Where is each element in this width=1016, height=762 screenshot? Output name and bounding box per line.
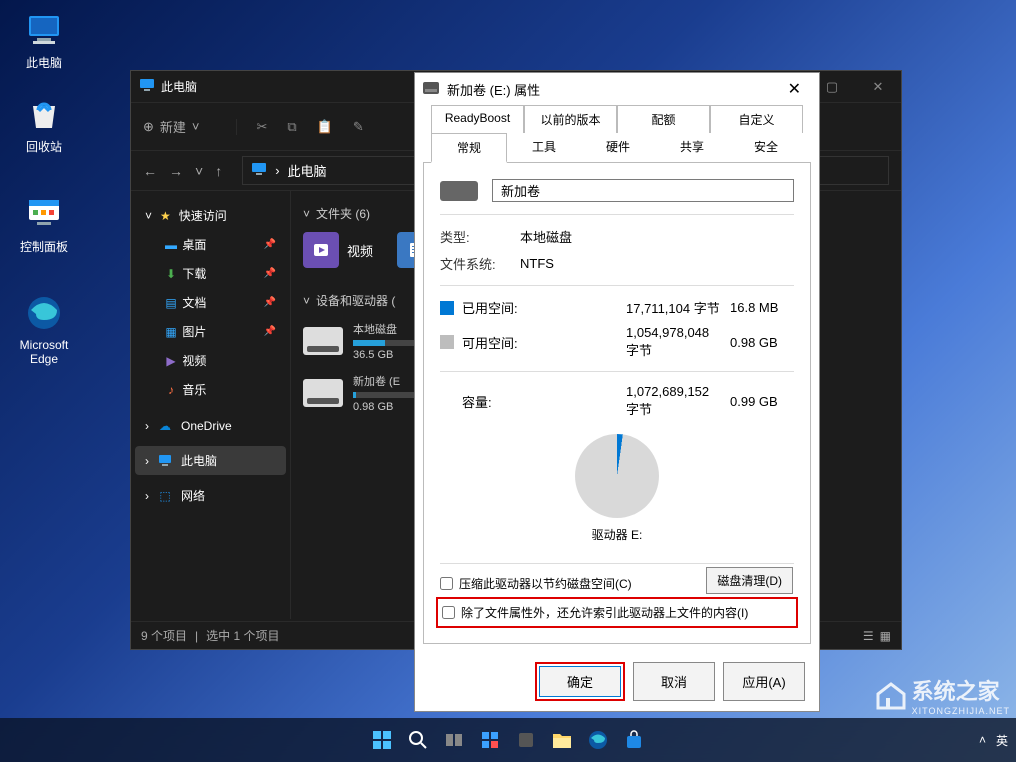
tab-quota[interactable]: 配额	[617, 105, 710, 133]
store-taskbar[interactable]	[620, 726, 648, 754]
used-swatch	[440, 301, 454, 315]
desktop-icon-thispc[interactable]: 此电脑	[8, 8, 80, 71]
edge-icon	[23, 292, 65, 334]
status-count: 9 个项目	[141, 627, 187, 644]
sidebar-item-videos[interactable]: ▶ 视频	[135, 346, 286, 375]
close-button[interactable]: ✕	[778, 79, 811, 99]
rename-icon[interactable]: ✎	[353, 119, 364, 135]
cut-icon[interactable]: ✂	[257, 119, 268, 135]
pc-icon	[23, 8, 65, 50]
start-button[interactable]	[368, 726, 396, 754]
edge-taskbar[interactable]	[584, 726, 612, 754]
recycle-icon	[23, 92, 65, 134]
tab-previous-versions[interactable]: 以前的版本	[524, 105, 617, 133]
forward-button[interactable]: →	[169, 163, 183, 179]
back-button[interactable]: ←	[143, 163, 157, 179]
tab-readyboost[interactable]: ReadyBoost	[431, 105, 524, 133]
used-label: 已用空间:	[462, 298, 538, 317]
sidebar-thispc[interactable]: ›此电脑	[135, 446, 286, 475]
status-selection: 选中 1 个项目	[206, 627, 279, 644]
search-button[interactable]	[404, 726, 432, 754]
widgets-button[interactable]	[476, 726, 504, 754]
view-list-icon[interactable]: ☰	[863, 629, 874, 643]
cancel-button[interactable]: 取消	[633, 662, 715, 701]
tab-general[interactable]: 常规	[431, 133, 507, 163]
free-label: 可用空间:	[462, 333, 538, 352]
recent-button[interactable]: ˅	[195, 163, 203, 179]
desktop-icon-label: 控制面板	[8, 238, 80, 255]
sidebar-quick-access[interactable]: ˅★快速访问	[135, 201, 286, 230]
pc-icon	[251, 161, 267, 180]
tab-sharing[interactable]: 共享	[655, 133, 729, 163]
sidebar-onedrive[interactable]: ›☁OneDrive	[135, 412, 286, 440]
folder-videos[interactable]: 视频	[303, 232, 373, 268]
ok-button[interactable]: 确定	[539, 666, 621, 697]
drive-icon	[303, 379, 343, 407]
filesystem-label: 文件系统:	[440, 254, 520, 273]
free-size: 0.98 GB	[730, 335, 794, 350]
ime-indicator[interactable]: 英	[996, 732, 1008, 749]
drive-icon	[303, 327, 343, 355]
taskbar-app[interactable]	[512, 726, 540, 754]
tab-tools[interactable]: 工具	[507, 133, 581, 163]
tab-security[interactable]: 安全	[729, 133, 803, 163]
tab-customize[interactable]: 自定义	[710, 105, 803, 133]
free-swatch	[440, 335, 454, 349]
type-value: 本地磁盘	[520, 227, 572, 246]
view-grid-icon[interactable]: ▦	[880, 629, 891, 643]
sidebar-item-music[interactable]: ♪ 音乐	[135, 375, 286, 404]
desktop-icon-label: Microsoft Edge	[8, 338, 80, 366]
disk-cleanup-button[interactable]: 磁盘清理(D)	[706, 567, 793, 594]
properties-dialog: 新加卷 (E:) 属性 ✕ ReadyBoost 以前的版本 配额 自定义 常规…	[414, 72, 820, 712]
drive-icon	[440, 181, 478, 201]
apply-button[interactable]: 应用(A)	[723, 662, 805, 701]
paste-icon[interactable]: 📋	[317, 119, 333, 135]
index-checkbox[interactable]: 除了文件属性外，还允许索引此驱动器上文件的内容(I)	[442, 601, 792, 624]
close-button[interactable]: ✕	[855, 71, 901, 103]
drive-icon	[423, 82, 439, 97]
capacity-label: 容量:	[462, 392, 538, 411]
tray-chevron[interactable]: ˄	[979, 733, 986, 747]
breadcrumb[interactable]: 此电脑	[288, 161, 327, 180]
used-bytes: 17,711,104 字节	[546, 298, 722, 317]
sidebar-item-downloads[interactable]: ⬇ 下载📌	[135, 259, 286, 288]
pc-icon	[139, 77, 155, 96]
volume-name-input[interactable]	[492, 179, 794, 202]
filesystem-value: NTFS	[520, 256, 554, 271]
dialog-titlebar: 新加卷 (E:) 属性 ✕	[415, 73, 819, 105]
capacity-size: 0.99 GB	[730, 394, 794, 409]
sidebar-item-documents[interactable]: ▤ 文档📌	[135, 288, 286, 317]
taskbar: ˄ 英	[0, 718, 1016, 762]
free-bytes: 1,054,978,048 字节	[546, 325, 722, 359]
copy-icon[interactable]: ⧉	[287, 119, 296, 135]
dialog-title: 新加卷 (E:) 属性	[447, 80, 540, 99]
explorer-sidebar: ˅★快速访问 ▬ 桌面📌 ⬇ 下载📌 ▤ 文档📌 ▦ 图片📌 ▶ 视频 ♪ 音乐…	[131, 191, 291, 619]
type-label: 类型:	[440, 227, 520, 246]
usage-pie-chart	[575, 434, 659, 518]
explorer-title: 此电脑	[161, 78, 197, 95]
control-panel-icon	[23, 192, 65, 234]
watermark: 系统之家XITONGZHIJIA.NET	[874, 674, 1010, 716]
desktop-icon-ctrlpanel[interactable]: 控制面板	[8, 192, 80, 255]
desktop-icon-recycle[interactable]: 回收站	[8, 92, 80, 155]
dialog-buttons: 确定 取消 应用(A)	[415, 652, 819, 711]
sidebar-item-desktop[interactable]: ▬ 桌面📌	[135, 230, 286, 259]
capacity-bytes: 1,072,689,152 字节	[546, 384, 722, 418]
sidebar-network[interactable]: ›⬚网络	[135, 481, 286, 510]
desktop-icon-label: 回收站	[8, 138, 80, 155]
used-size: 16.8 MB	[730, 300, 794, 315]
desktop-icon-edge[interactable]: Microsoft Edge	[8, 292, 80, 366]
taskview-button[interactable]	[440, 726, 468, 754]
up-button[interactable]: ↑	[215, 163, 222, 179]
drive-label: 驱动器 E:	[440, 526, 794, 543]
explorer-taskbar[interactable]	[548, 726, 576, 754]
desktop-icon-label: 此电脑	[8, 54, 80, 71]
tab-hardware[interactable]: 硬件	[581, 133, 655, 163]
new-button[interactable]: ⊕ 新建 ˅	[143, 117, 200, 136]
sidebar-item-pictures[interactable]: ▦ 图片📌	[135, 317, 286, 346]
